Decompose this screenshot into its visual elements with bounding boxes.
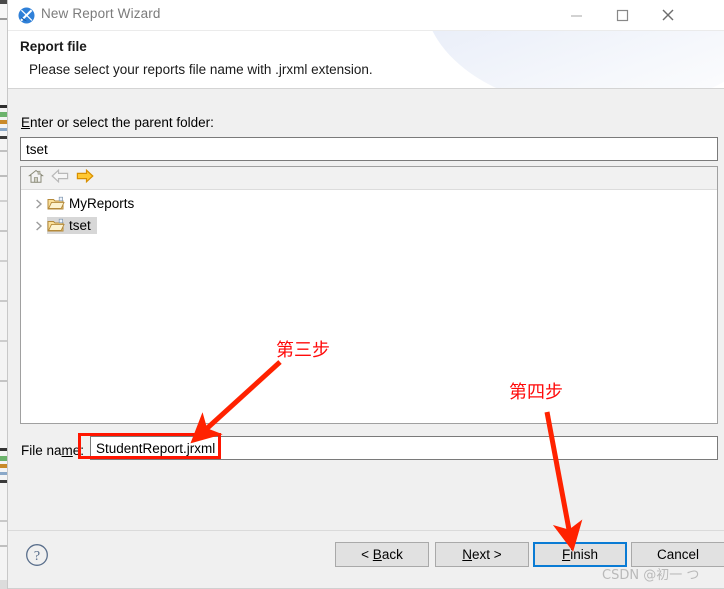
maximize-button[interactable] — [599, 0, 645, 30]
wizard-footer: ? < Back Next > Finish Cancel — [8, 530, 724, 588]
close-icon — [661, 8, 675, 22]
folder-tree-panel: MyReports tset — [20, 166, 718, 424]
finish-mnemonic: F — [561, 547, 571, 562]
tree-item-tset[interactable]: tset — [21, 215, 97, 236]
parent-folder-label: Enter or select the parent folder: — [21, 115, 214, 130]
chevron-right-icon[interactable] — [31, 196, 47, 212]
wizard-header: Report file Please select your reports f… — [8, 31, 724, 89]
back-mnemonic: B — [372, 547, 382, 562]
jasperreports-wizard-icon — [18, 7, 35, 24]
home-button[interactable] — [25, 169, 47, 188]
help-button[interactable]: ? — [25, 543, 49, 567]
back-arrow-icon — [51, 168, 69, 188]
next-button-label: Next > — [462, 547, 502, 562]
tree-item-myreports[interactable]: MyReports — [21, 193, 136, 214]
tree-item-label: tset — [69, 218, 91, 233]
tree-item-selection: tset — [47, 217, 97, 234]
folder-icon — [47, 196, 65, 212]
back-button-label: < Back — [361, 547, 403, 562]
forward-arrow-icon — [76, 168, 94, 188]
page-description: Please select your reports file name wit… — [29, 62, 373, 77]
file-name-label: File name: — [21, 443, 84, 458]
finish-button-label: Finish — [561, 547, 598, 562]
background-app-strip — [0, 0, 8, 589]
maximize-icon — [616, 9, 629, 22]
forward-button[interactable] — [74, 168, 96, 188]
wizard-body: Enter or select the parent folder: tset … — [8, 89, 724, 530]
folder-tree-list[interactable]: MyReports tset — [21, 190, 717, 423]
svg-text:?: ? — [34, 549, 40, 564]
file-name-label-mnemonic: m — [61, 443, 73, 458]
window-title: New Report Wizard — [41, 6, 161, 21]
back-button-footer[interactable]: < Back — [335, 542, 429, 567]
header-decoration — [424, 31, 724, 88]
next-button-footer[interactable]: Next > — [435, 542, 529, 567]
new-report-wizard-dialog: New Report Wizard Report file Please sel… — [8, 0, 724, 589]
folder-icon — [47, 218, 65, 234]
file-name-input[interactable] — [90, 436, 718, 460]
minimize-icon — [570, 9, 583, 22]
parent-folder-label-mnemonic: E — [21, 115, 31, 130]
file-name-label-post: e: — [72, 443, 85, 458]
help-icon: ? — [25, 544, 49, 571]
cancel-button-label: Cancel — [656, 547, 700, 562]
page-title: Report file — [20, 39, 87, 54]
finish-button[interactable]: Finish — [533, 542, 627, 567]
parent-folder-label-rest: nter or select the parent folder: — [30, 115, 214, 130]
chevron-right-icon[interactable] — [31, 218, 47, 234]
cancel-button[interactable]: Cancel — [631, 542, 724, 567]
title-bar: New Report Wizard — [8, 0, 724, 31]
folder-tree-toolbar — [21, 167, 717, 190]
home-icon — [28, 169, 44, 189]
back-button[interactable] — [49, 168, 71, 188]
tree-item-label: MyReports — [69, 196, 135, 211]
file-name-label-pre: File na — [21, 443, 62, 458]
next-mnemonic: N — [462, 547, 473, 562]
parent-folder-input[interactable] — [20, 137, 718, 161]
screen: New Report Wizard Report file Please sel… — [0, 0, 724, 589]
minimize-button[interactable] — [553, 0, 599, 30]
close-button[interactable] — [645, 0, 691, 30]
